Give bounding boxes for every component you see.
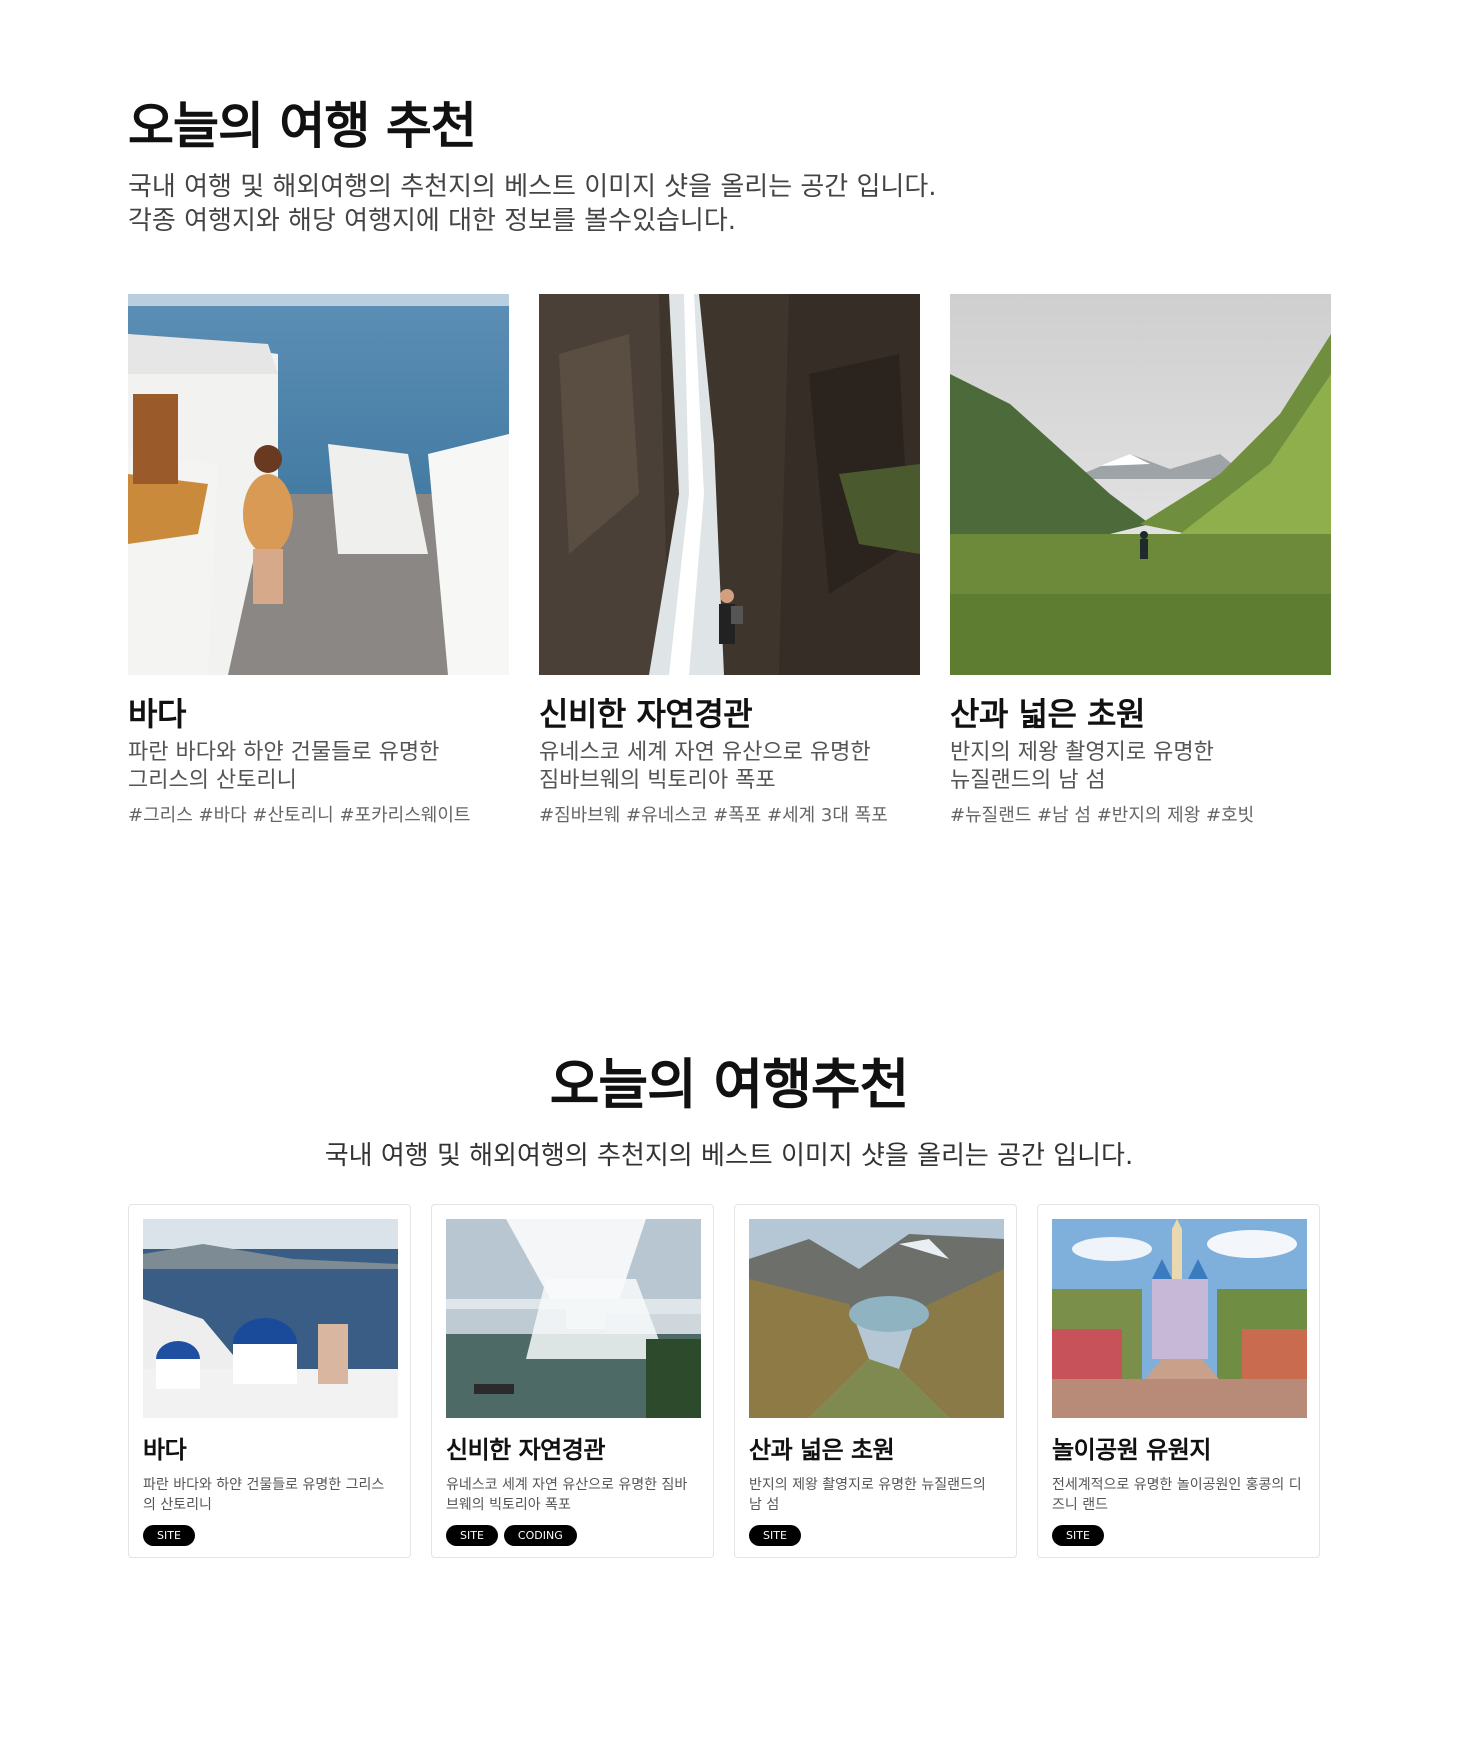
card-description: 유네스코 세계 자연 유산으로 유명한 짐바브웨의 빅토리아 폭포 [446, 1477, 688, 1513]
badge-list: SITE [749, 1525, 1002, 1546]
section-title: 오늘의 여행추천 [549, 1053, 910, 1116]
card-title: 산과 넓은 초원 [749, 1436, 895, 1464]
site-badge[interactable]: SITE [143, 1525, 195, 1546]
card-title: 바다 [143, 1436, 187, 1464]
recommendation-card[interactable]: 놀이공원 유원지 전세계적으로 유명한 놀이공원인 홍콩의 디즈니 랜드 SIT… [1037, 1204, 1320, 1558]
site-badge[interactable]: SITE [749, 1525, 801, 1546]
badge-list: SITE [143, 1525, 396, 1546]
card-description-line: 뉴질랜드의 남 섬 [950, 768, 1106, 793]
recommendation-card-list: 바다 파란 바다와 하얀 건물들로 유명한 그리스의 산토리니 SITE 신비한… [128, 1204, 1320, 1558]
description-line: 국내 여행 및 해외여행의 추천지의 베스트 이미지 샷을 올리는 공간 입니다… [128, 172, 937, 202]
card-description: 파란 바다와 하얀 건물들로 유명한 그리스의 산토리니 [128, 739, 509, 795]
site-badge[interactable]: SITE [446, 1525, 498, 1546]
section-description: 국내 여행 및 해외여행의 추천지의 베스트 이미지 샷을 올리는 공간 입니다… [324, 1141, 1134, 1171]
card-description-line: 그리스의 산토리니 [128, 768, 297, 793]
card-tags[interactable]: #그리스 #바다 #산토리니 #포카리스웨이트 [128, 801, 509, 827]
card-tags[interactable]: #짐바브웨 #유네스코 #폭포 #세계 3대 폭포 [539, 801, 920, 827]
section-title: 오늘의 여행 추천 [128, 97, 477, 155]
recommendation-section: 오늘의 여행추천 국내 여행 및 해외여행의 추천지의 베스트 이미지 샷을 올… [128, 1040, 1330, 1558]
card-title: 신비한 자연경관 [539, 695, 753, 733]
coding-badge[interactable]: CODING [503, 1525, 577, 1546]
theme-park-castle-photo[interactable] [1052, 1219, 1307, 1418]
featured-card[interactable]: 신비한 자연경관 유네스코 세계 자연 유산으로 유명한 짐바브웨의 빅토리아 … [539, 294, 920, 827]
card-description-line: 반지의 제왕 촬영지로 유명한 [950, 740, 1214, 765]
featured-card[interactable]: 산과 넓은 초원 반지의 제왕 촬영지로 유명한 뉴질랜드의 남 섬 #뉴질랜드… [950, 294, 1331, 827]
featured-section: 오늘의 여행 추천 국내 여행 및 해외여행의 추천지의 베스트 이미지 샷을 … [128, 96, 1331, 826]
santorini-stairs-photo[interactable] [128, 294, 509, 675]
section-description: 국내 여행 및 해외여행의 추천지의 베스트 이미지 샷을 올리는 공간 입니다… [128, 170, 1330, 238]
recommendation-card[interactable]: 신비한 자연경관 유네스코 세계 자연 유산으로 유명한 짐바브웨의 빅토리아 … [431, 1204, 714, 1558]
card-title: 놀이공원 유원지 [1052, 1436, 1211, 1464]
card-description: 유네스코 세계 자연 유산으로 유명한 짐바브웨의 빅토리아 폭포 [539, 739, 920, 795]
card-description-line: 파란 바다와 하얀 건물들로 유명한 [128, 740, 440, 765]
card-description: 반지의 제왕 촬영지로 유명한 뉴질랜드의 남 섬 [950, 739, 1331, 795]
card-title: 산과 넓은 초원 [950, 695, 1145, 733]
site-badge[interactable]: SITE [1052, 1525, 1104, 1546]
featured-card[interactable]: 바다 파란 바다와 하얀 건물들로 유명한 그리스의 산토리니 #그리스 #바다… [128, 294, 509, 827]
mountain-valley-photo[interactable] [950, 294, 1331, 675]
card-title: 신비한 자연경관 [446, 1436, 605, 1464]
recommendation-card[interactable]: 바다 파란 바다와 하얀 건물들로 유명한 그리스의 산토리니 SITE [128, 1204, 411, 1558]
card-description: 반지의 제왕 촬영지로 유명한 뉴질랜드의 남 섬 [749, 1477, 986, 1513]
badge-list: SITE [1052, 1525, 1305, 1546]
santorini-domes-photo[interactable] [143, 1219, 398, 1418]
card-description: 파란 바다와 하얀 건물들로 유명한 그리스의 산토리니 [143, 1477, 385, 1513]
card-description-line: 유네스코 세계 자연 유산으로 유명한 [539, 740, 871, 765]
card-description-line: 짐바브웨의 빅토리아 폭포 [539, 768, 776, 793]
mountain-lake-photo[interactable] [749, 1219, 1004, 1418]
waterfall-photo[interactable] [539, 294, 920, 675]
description-line: 각종 여행지와 해당 여행지에 대한 정보를 볼수있습니다. [128, 206, 737, 236]
featured-card-list: 바다 파란 바다와 하얀 건물들로 유명한 그리스의 산토리니 #그리스 #바다… [128, 294, 1331, 827]
card-tags[interactable]: #뉴질랜드 #남 섬 #반지의 제왕 #호빗 [950, 801, 1331, 827]
recommendation-card[interactable]: 산과 넓은 초원 반지의 제왕 촬영지로 유명한 뉴질랜드의 남 섬 SITE [734, 1204, 1017, 1558]
card-description: 전세계적으로 유명한 놀이공원인 홍콩의 디즈니 랜드 [1052, 1477, 1302, 1513]
niagara-falls-photo[interactable] [446, 1219, 701, 1418]
badge-list: SITE CODING [446, 1525, 699, 1546]
card-title: 바다 [128, 695, 186, 733]
